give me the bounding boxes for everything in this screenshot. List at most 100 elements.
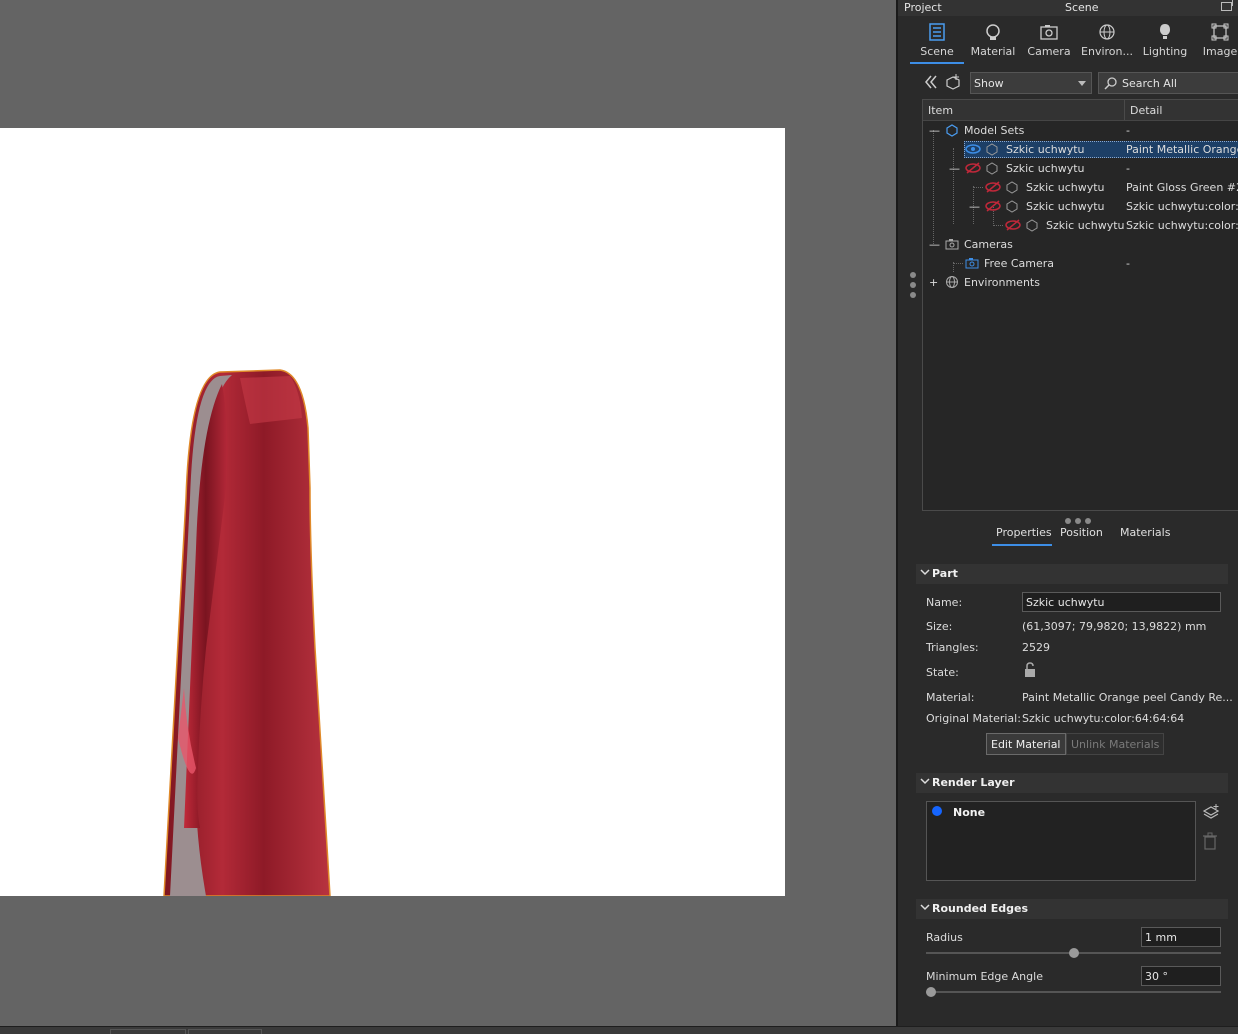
section-title: Render Layer xyxy=(932,776,1015,789)
lightbulb-icon xyxy=(1160,24,1170,39)
material-sphere-icon xyxy=(986,24,1000,40)
tree-row-part-group[interactable]: — Szkic uchwytu - xyxy=(923,159,1238,178)
min-edge-angle-slider[interactable] xyxy=(926,987,1221,997)
layer-name[interactable]: None xyxy=(953,806,985,819)
tab-label: Material xyxy=(970,45,1016,58)
radius-value: 1 mm xyxy=(1145,931,1177,944)
tree-row-part[interactable]: Szkic uchwytu Paint Gloss Green #2 xyxy=(923,178,1238,197)
model-render xyxy=(163,369,331,896)
model-set-icon xyxy=(946,124,958,137)
app-window: Project Scene Scene Material Camera Envi… xyxy=(0,0,1238,1034)
state-label: State: xyxy=(926,666,959,679)
section-rounded-edges-header[interactable]: Rounded Edges xyxy=(916,899,1228,919)
tree-item-name: Environments xyxy=(964,276,1040,289)
collapse-icon[interactable]: — xyxy=(949,162,960,175)
collapse-left-icon[interactable] xyxy=(922,73,940,91)
tab-lighting[interactable]: Lighting xyxy=(1140,18,1190,64)
tab-position[interactable]: Position xyxy=(1060,526,1103,546)
collapse-icon[interactable]: — xyxy=(929,124,940,137)
size-label: Size: xyxy=(926,620,953,633)
viewport[interactable] xyxy=(0,0,896,1026)
trash-icon[interactable] xyxy=(1202,832,1218,850)
tab-camera[interactable]: Camera xyxy=(1026,18,1072,64)
tree-row-model-sets[interactable]: — Model Sets - xyxy=(923,121,1238,140)
render-layer-list[interactable]: None xyxy=(926,801,1196,881)
search-input[interactable]: Search All xyxy=(1098,72,1238,94)
add-layer-icon[interactable] xyxy=(1202,803,1220,821)
unlink-materials-button[interactable]: Unlink Materials xyxy=(1066,733,1165,755)
tab-material[interactable]: Material xyxy=(968,18,1018,64)
size-value: (61,3097; 79,9820; 13,9822) mm xyxy=(1022,620,1207,633)
eye-hidden-icon[interactable] xyxy=(1005,219,1021,231)
tab-label: Camera xyxy=(1027,45,1071,58)
min-edge-angle-input[interactable]: 30 ° xyxy=(1141,966,1221,986)
chevron-down-icon xyxy=(920,778,930,785)
eye-visible-icon[interactable] xyxy=(965,143,981,155)
collapse-icon[interactable]: — xyxy=(929,238,940,251)
model-set-icon[interactable] xyxy=(944,73,962,91)
scene-bar: Show Search All xyxy=(918,70,1238,96)
globe-icon xyxy=(1099,24,1115,40)
globe-icon xyxy=(946,276,958,288)
tree-item-name: Szkic uchwytu xyxy=(1006,143,1085,156)
column-detail[interactable]: Detail xyxy=(1124,100,1162,120)
layer-color-dot xyxy=(932,806,942,816)
eye-hidden-icon[interactable] xyxy=(965,162,981,174)
section-part-header[interactable]: Part xyxy=(916,564,1228,584)
min-edge-angle-label: Minimum Edge Angle xyxy=(926,970,1043,983)
name-field[interactable]: Szkic uchwytu xyxy=(1022,592,1221,612)
tab-properties[interactable]: Properties xyxy=(992,526,1052,546)
tree-item-name: Cameras xyxy=(964,238,1013,251)
render-canvas[interactable] xyxy=(0,128,785,896)
tree-row-free-camera[interactable]: Free Camera - xyxy=(923,254,1238,273)
tree-item-detail: - xyxy=(1126,162,1130,175)
part-icon xyxy=(1006,181,1018,194)
part-icon xyxy=(1006,200,1018,213)
tree-row-part[interactable]: Szkic uchwytu Szkic uchwytu:color:2... xyxy=(923,216,1238,235)
panel-handle[interactable] xyxy=(910,272,920,302)
bottom-tab[interactable] xyxy=(188,1029,262,1034)
chevron-down-icon xyxy=(920,569,930,576)
section-render-layer-header[interactable]: Render Layer xyxy=(916,773,1228,793)
eye-hidden-icon[interactable] xyxy=(985,181,1001,193)
project-title[interactable]: Project xyxy=(904,1,942,14)
tree-row-environments[interactable]: + Environments xyxy=(923,273,1238,292)
name-label: Name: xyxy=(926,596,963,609)
radius-label: Radius xyxy=(926,931,963,944)
restore-window-icon[interactable] xyxy=(1221,0,1233,11)
radius-input[interactable]: 1 mm xyxy=(1141,927,1221,947)
column-item[interactable]: Item xyxy=(928,104,953,117)
tab-label: Environ... xyxy=(1081,45,1133,58)
tree-item-name: Szkic uchwytu xyxy=(1026,200,1105,213)
tree-row-part-group[interactable]: — Szkic uchwytu Szkic uchwytu:color:2... xyxy=(923,197,1238,216)
slider-handle[interactable] xyxy=(1068,948,1079,958)
tree-item-detail: Paint Metallic Orange... xyxy=(1126,143,1238,156)
min-edge-angle-value: 30 ° xyxy=(1145,970,1168,983)
tab-materials[interactable]: Materials xyxy=(1120,526,1170,546)
tab-environment[interactable]: Environ... xyxy=(1080,18,1134,64)
tab-label: Lighting xyxy=(1142,45,1188,58)
tree-row-cameras[interactable]: — Cameras xyxy=(923,235,1238,254)
show-dropdown[interactable]: Show xyxy=(970,72,1092,94)
edit-material-button[interactable]: Edit Material xyxy=(986,733,1066,755)
bottom-tab[interactable] xyxy=(110,1029,186,1034)
camera-icon xyxy=(1040,25,1058,40)
tree-item-detail: - xyxy=(1126,124,1130,137)
tab-label: Scene xyxy=(920,45,954,58)
collapse-icon[interactable]: — xyxy=(969,200,980,213)
part-icon xyxy=(1026,219,1038,232)
eye-hidden-icon[interactable] xyxy=(985,200,1001,212)
tab-scene[interactable]: Scene xyxy=(910,18,964,64)
slider-handle[interactable] xyxy=(926,987,936,997)
radius-slider[interactable] xyxy=(926,948,1221,958)
expand-icon[interactable]: + xyxy=(929,276,938,289)
section-title: Part xyxy=(932,567,958,580)
tree-row-part[interactable]: Szkic uchwytu Paint Metallic Orange... xyxy=(923,140,1238,159)
search-icon xyxy=(1104,77,1117,90)
chevron-down-icon xyxy=(920,904,930,911)
unlock-icon[interactable] xyxy=(1022,662,1038,678)
show-dropdown-value: Show xyxy=(974,77,1004,90)
tab-image[interactable]: Image xyxy=(1200,18,1238,64)
section-title: Rounded Edges xyxy=(932,902,1028,915)
tab-label: Image xyxy=(1202,45,1238,58)
